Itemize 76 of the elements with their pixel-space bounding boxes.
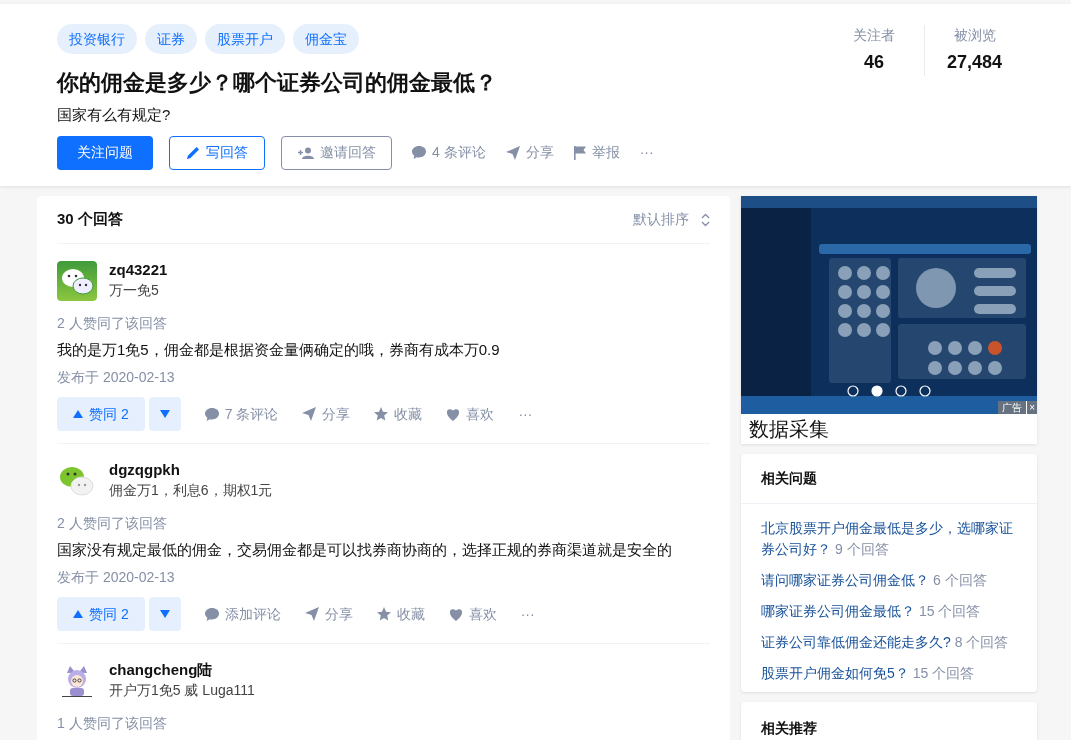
downvote-triangle-icon — [159, 610, 170, 618]
sort-dropdown[interactable]: 默认排序 — [633, 209, 710, 230]
topic-tag[interactable]: 投资银行 — [57, 24, 137, 54]
author-bio: 佣金万1，利息6，期权1元 — [109, 481, 273, 500]
author-name[interactable]: dgzqgpkh — [109, 460, 273, 480]
flag-icon — [573, 145, 586, 160]
related-question-link[interactable]: 证券公司靠低佣金还能走多久? 8 个回答 — [761, 632, 1017, 653]
share-button[interactable]: 分享 — [302, 403, 351, 425]
add-person-icon — [297, 146, 314, 159]
author-name[interactable]: changcheng陆 — [109, 660, 255, 680]
stat-value: 27,484 — [946, 51, 1003, 74]
upvoters-count: 2 人赞同了该回答 — [57, 314, 168, 333]
comment-icon — [204, 607, 219, 621]
collect-button[interactable]: 收藏 — [376, 603, 425, 625]
paper-plane-icon — [505, 145, 520, 160]
comment-button[interactable]: 添加评论 — [204, 603, 281, 625]
related-question-link[interactable]: 请问哪家证券公司佣金低？ 6 个回答 — [761, 570, 1017, 591]
upvote-button[interactable]: 赞同 2 — [57, 397, 145, 431]
star-icon — [374, 407, 389, 421]
publish-date: 发布于 2020-02-13 — [57, 368, 176, 387]
ad-text: 广告 — [1001, 401, 1024, 414]
more-button[interactable]: ··· — [520, 603, 535, 625]
follow-question-button[interactable]: 关注问题 — [57, 135, 153, 170]
question-detail: 国家有么有规定? — [57, 105, 172, 125]
downvote-button[interactable] — [148, 397, 181, 431]
chat-bubbles-icon — [57, 261, 97, 301]
share-button[interactable]: 分享 — [304, 603, 353, 625]
topic-tag[interactable]: 股票开户 — [205, 24, 285, 54]
publish-date: 发布于 2020-02-13 — [57, 568, 176, 587]
topic-tag[interactable]: 佣金宝 — [293, 24, 359, 54]
comment-button[interactable]: 7 条评论 — [204, 403, 279, 425]
question-title: 你的佣金是多少？哪个证券公司的佣金最低？ — [57, 69, 498, 97]
ad-caption: 数据采集 — [748, 417, 830, 442]
more-button[interactable]: ··· — [639, 142, 654, 163]
comments-button[interactable]: 4 条评论 — [412, 142, 486, 163]
star-icon — [376, 607, 391, 621]
comment-icon — [412, 146, 426, 159]
paper-plane-icon — [302, 407, 317, 421]
topic-tag[interactable]: 证券 — [145, 24, 197, 54]
upvote-triangle-icon — [73, 410, 83, 418]
share-button[interactable]: 分享 — [505, 142, 554, 163]
answer-text: 国家没有规定最低的佣金，交易佣金都是可以找券商协商的，选择正规的券商渠道就是安全的 — [57, 540, 673, 560]
like-button[interactable]: 喜欢 — [448, 603, 497, 625]
author-bio: 开户万1免5 威 Luga111 — [109, 681, 255, 700]
comment-icon — [204, 407, 219, 421]
more-button[interactable]: ··· — [518, 403, 533, 425]
downvote-button[interactable] — [148, 597, 181, 631]
related-question-link[interactable]: 股票开户佣金如何免5？ 15 个回答 — [761, 663, 1017, 684]
upvoters-count: 2 人赞同了该回答 — [57, 514, 168, 533]
ad-close-button[interactable]: × — [1026, 401, 1037, 414]
related-question-link[interactable]: 哪家证券公司佣金最低？ 15 个回答 — [761, 601, 1017, 622]
stat-label: 关注者 — [853, 26, 895, 45]
like-button[interactable]: 喜欢 — [446, 403, 495, 425]
stat-label: 被浏览 — [953, 26, 996, 45]
upvote-button[interactable]: 赞同 2 — [57, 597, 145, 631]
card-title: 相关问题 — [761, 469, 817, 488]
downvote-triangle-icon — [159, 410, 170, 418]
author-name[interactable]: zq43221 — [109, 260, 168, 280]
stat-value: 46 — [864, 51, 884, 74]
invite-answer-button[interactable]: 邀请回答 — [281, 135, 392, 170]
sort-chevrons-icon — [701, 212, 710, 227]
pencil-icon — [186, 146, 200, 159]
ad-label[interactable]: 广告 × — [998, 401, 1037, 414]
paper-plane-icon — [304, 607, 319, 621]
report-button[interactable]: 举报 — [573, 142, 620, 163]
upvote-triangle-icon — [73, 610, 83, 618]
write-answer-button[interactable]: 写回答 — [169, 135, 265, 170]
card-title: 相关推荐 — [761, 720, 817, 736]
upvoters-count: 1 人赞同了该回答 — [57, 714, 168, 733]
answers-count: 30 个回答 — [57, 209, 123, 230]
answer-text: 我的是万1免5，佣金都是根据资金量俩确定的哦，券商有成本万0.9 — [57, 340, 501, 360]
heart-icon — [448, 607, 463, 621]
collect-button[interactable]: 收藏 — [374, 403, 423, 425]
related-question-link[interactable]: 北京股票开户佣金最低是多少，选哪家证券公司好？ 9 个回答 — [761, 518, 1017, 560]
author-bio: 万一免5 — [109, 281, 160, 300]
heart-icon — [446, 407, 461, 421]
